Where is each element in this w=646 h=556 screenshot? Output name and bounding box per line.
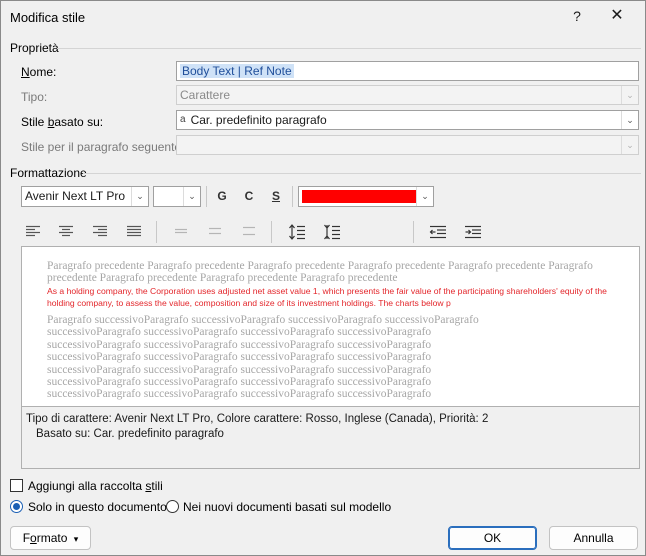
align-right-button[interactable] — [88, 221, 114, 243]
properties-section-label: Proprietà — [10, 41, 59, 55]
description-line: Tipo di carattere: Avenir Next LT Pro, C… — [26, 413, 489, 425]
add-to-gallery-checkbox[interactable] — [10, 479, 23, 492]
character-style-icon: a — [180, 114, 186, 125]
one-half-spacing-icon — [209, 227, 221, 235]
increase-indent-button[interactable] — [460, 221, 486, 243]
decrease-indent-icon — [429, 225, 446, 239]
chevron-down-icon[interactable]: ⌄ — [183, 187, 200, 206]
justify-icon — [127, 225, 141, 237]
format-menu-button[interactable]: Formato ▾ — [10, 526, 91, 550]
toolbar-separator — [413, 221, 414, 243]
align-right-icon — [93, 225, 107, 237]
align-left-button[interactable] — [21, 221, 47, 243]
divider — [57, 48, 641, 49]
font-name-select[interactable]: Avenir Next LT Pro ⌄ — [21, 186, 149, 207]
increase-paragraph-spacing-icon — [289, 224, 305, 240]
type-value: Carattere — [180, 88, 231, 102]
close-button[interactable]: ✕ — [605, 4, 629, 28]
ok-button[interactable]: OK — [448, 526, 537, 550]
toolbar-separator — [156, 221, 157, 243]
add-to-gallery-label[interactable]: Aggiungi alla raccolta stili — [28, 479, 163, 493]
dropdown-arrow-icon: ▾ — [73, 534, 79, 544]
type-select: Carattere ⌄ — [176, 85, 639, 105]
bold-button[interactable]: G — [211, 186, 233, 206]
align-center-icon — [59, 225, 73, 237]
help-button[interactable]: ? — [565, 4, 589, 28]
single-spacing-icon — [175, 228, 187, 234]
italic-button[interactable]: C — [238, 186, 260, 206]
name-label: Nome: — [21, 65, 57, 79]
title-bar: Modifica stile ? ✕ — [1, 1, 645, 33]
style-description: Tipo di carattere: Avenir Next LT Pro, C… — [21, 407, 640, 469]
preview-next-paragraph: Paragrafo successivoParagrafo successivo… — [47, 314, 607, 401]
preview-next-line: Paragrafo successivoParagrafo successivo… — [47, 314, 479, 326]
chevron-down-icon[interactable]: ⌄ — [621, 111, 638, 129]
only-this-document-radio[interactable] — [10, 500, 23, 513]
decrease-paragraph-spacing-button[interactable] — [319, 220, 345, 242]
double-spacing-icon — [243, 226, 255, 236]
align-left-icon — [26, 225, 40, 237]
description-line: Basato su: Car. predefinito paragrafo — [36, 427, 224, 440]
new-documents-label[interactable]: Nei nuovi documenti basati sul modello — [183, 500, 391, 514]
font-color-picker[interactable]: ⌄ — [298, 186, 434, 207]
preview-next-line: successivoParagrafo successivoParagrafo … — [47, 363, 432, 376]
preview-sample-text: As a holding company, the Corporation us… — [47, 286, 607, 308]
cancel-button[interactable]: Annulla — [549, 526, 638, 550]
one-half-spacing-button — [203, 221, 229, 243]
name-input[interactable]: Body Text | Ref Note — [176, 61, 639, 81]
preview-next-line: successivoParagrafo successivoParagrafo … — [47, 351, 432, 364]
chevron-down-icon[interactable]: ⌄ — [131, 187, 148, 206]
type-label: Tipo: — [21, 90, 48, 104]
based-on-value: Car. predefinito paragrafo — [190, 113, 327, 127]
toolbar-separator — [206, 186, 207, 207]
toolbar-separator — [271, 221, 272, 243]
formatting-section-label: Formattazione — [10, 166, 87, 180]
justify-button[interactable] — [122, 221, 148, 243]
increase-indent-icon — [465, 225, 481, 239]
underline-button[interactable]: S — [265, 186, 287, 206]
preview-previous-paragraph: Paragrafo precedente Paragrafo precedent… — [47, 260, 593, 285]
font-color-swatch — [302, 190, 416, 203]
decrease-paragraph-spacing-icon — [324, 224, 340, 240]
based-on-select[interactable]: a Car. predefinito paragrafo ⌄ — [176, 110, 639, 130]
chevron-down-icon: ⌄ — [621, 86, 638, 104]
preview-next-line: successivoParagrafo successivoParagrafo … — [47, 376, 432, 389]
single-spacing-button — [169, 221, 195, 243]
decrease-indent-button[interactable] — [425, 221, 451, 243]
increase-paragraph-spacing-button[interactable] — [284, 220, 310, 242]
chevron-down-icon[interactable]: ⌄ — [416, 187, 433, 206]
preview-next-line: successivoParagrafo successivoParagrafo … — [47, 338, 432, 351]
style-preview: Paragrafo precedente Paragrafo precedent… — [21, 246, 640, 407]
double-spacing-button — [237, 221, 263, 243]
preview-next-line: successivoParagrafo successivoParagrafo … — [47, 388, 432, 401]
modify-style-dialog: Modifica stile ? ✕ Proprietà Nome: Body … — [0, 0, 646, 556]
next-style-select: ⌄ — [176, 135, 639, 155]
preview-next-line: successivoParagrafo successivoParagrafo … — [47, 326, 432, 339]
dialog-title: Modifica stile — [10, 10, 86, 25]
toolbar-separator — [292, 186, 293, 207]
based-on-label: Stile basato su: — [21, 115, 104, 129]
font-size-select[interactable]: ⌄ — [153, 186, 201, 207]
divider — [83, 173, 641, 174]
next-style-label: Stile per il paragrafo seguente: — [21, 140, 185, 154]
name-value: Body Text | Ref Note — [180, 64, 294, 78]
new-documents-radio[interactable] — [166, 500, 179, 513]
align-center-button[interactable] — [54, 221, 80, 243]
chevron-down-icon: ⌄ — [621, 136, 638, 154]
only-this-document-label[interactable]: Solo in questo documento — [28, 500, 167, 514]
font-name-value: Avenir Next LT Pro — [25, 189, 126, 203]
